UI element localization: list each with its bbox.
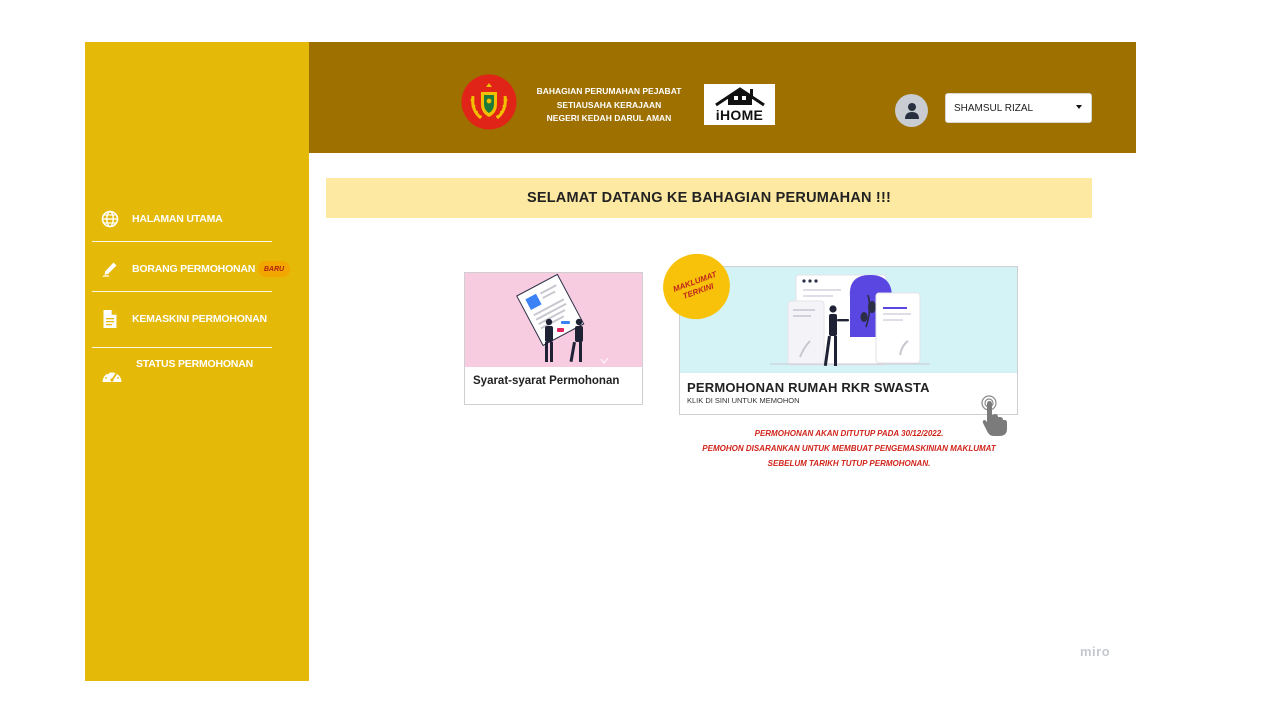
org-title-line: SETIAUSAHA KERAJAAN: [556, 99, 662, 110]
pen-icon: [99, 258, 121, 280]
user-dropdown[interactable]: SHAMSUL RIZAL: [945, 93, 1092, 123]
notice-line: PERMOHONAN AKAN DITUTUP PADA 30/12/2022.: [754, 429, 944, 438]
app-logo-text: iHOME: [715, 107, 764, 123]
sidebar-divider: [92, 241, 272, 242]
sidebar: HALAMAN UTAMA BORANG PERMOHONAN BARU KEM…: [85, 42, 309, 681]
sidebar-item-label: KEMASKINI PERMOHONAN: [132, 313, 267, 325]
sidebar-item-label: BORANG PERMOHONAN: [132, 263, 256, 275]
requirements-illustration: [465, 273, 642, 367]
application-illustration: [680, 267, 1017, 373]
closing-notice: PERMOHONAN AKAN DITUTUP PADA 30/12/2022.…: [699, 426, 999, 471]
header: BAHAGIAN PERUMAHAN PEJABAT SETIAUSAHA KE…: [309, 42, 1136, 153]
card-subtitle: KLIK DI SINI UNTUK MEMOHON: [687, 396, 800, 405]
chevron-down-icon: [1076, 105, 1082, 109]
user-name: SHAMSUL RIZAL: [954, 103, 1034, 114]
sidebar-item-borang-permohonan[interactable]: BORANG PERMOHONAN BARU: [85, 251, 309, 287]
card-title: Syarat-syarat Permohonan: [473, 375, 620, 387]
org-title-line: BAHAGIAN PERUMAHAN PEJABAT: [536, 86, 682, 96]
ihome-logo: iHOME: [704, 84, 775, 125]
miro-watermark: miro: [1080, 644, 1111, 659]
sidebar-item-label: STATUS PERMOHONAN: [136, 358, 253, 370]
card-syarat-permohonan[interactable]: Syarat-syarat Permohonan: [464, 272, 643, 405]
house-roof-icon: [715, 87, 765, 107]
card-title: PERMOHONAN RUMAH RKR SWASTA: [687, 380, 930, 395]
state-crest-logo: [461, 74, 517, 130]
org-title: BAHAGIAN PERUMAHAN PEJABAT SETIAUSAHA KE…: [529, 85, 689, 126]
sidebar-item-status-permohonan[interactable]: STATUS PERMOHONAN: [85, 355, 309, 391]
welcome-text: SELAMAT DATANG KE BAHAGIAN PERUMAHAN !!!: [526, 190, 892, 206]
notice-line: SEBELUM TARIKH TUTUP PERMOHONAN.: [767, 459, 931, 468]
sidebar-item-halaman-utama[interactable]: HALAMAN UTAMA: [85, 201, 309, 237]
org-title-line: NEGERI KEDAH DARUL AMAN: [546, 113, 672, 123]
speedometer-icon: [101, 365, 123, 387]
sidebar-item-kemaskini-permohonan[interactable]: KEMASKINI PERMOHONAN: [85, 301, 309, 337]
page: HALAMAN UTAMA BORANG PERMOHONAN BARU KEM…: [0, 0, 1280, 720]
sidebar-divider: [92, 291, 272, 292]
notice-line: PEMOHON DISARANKAN UNTUK MEMBUAT PENGEMA…: [702, 444, 996, 453]
new-badge: BARU: [258, 261, 290, 277]
document-icon: [99, 308, 121, 330]
welcome-banner: SELAMAT DATANG KE BAHAGIAN PERUMAHAN !!!: [326, 178, 1092, 218]
sidebar-item-label: HALAMAN UTAMA: [132, 213, 223, 225]
user-avatar[interactable]: [895, 94, 928, 127]
user-icon: [904, 103, 919, 119]
sidebar-divider: [92, 347, 272, 348]
globe-icon: [99, 208, 121, 230]
